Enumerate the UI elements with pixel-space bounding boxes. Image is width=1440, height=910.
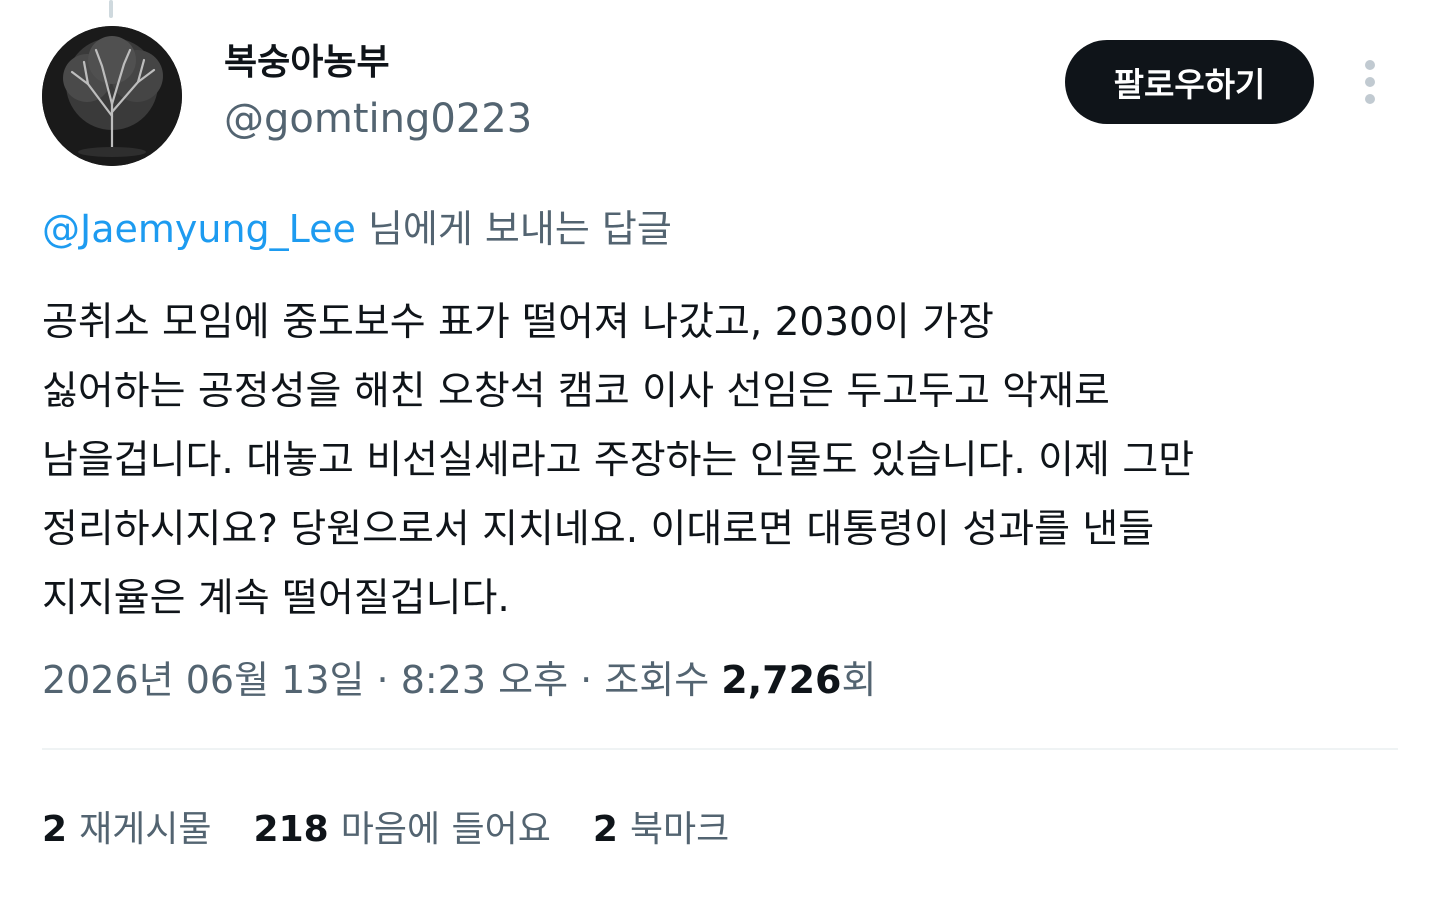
reply-context: @Jaemyung_Lee 님에게 보내는 답글 — [42, 204, 672, 254]
views-label: 조회수 — [604, 658, 710, 702]
tweet-text-line: 싫어하는 공정성을 해친 오창석 캠코 이사 선임은 두고두고 악재로 — [42, 369, 1110, 414]
tweet-text-line: 남을겁니다. 대놓고 비선실세라고 주장하는 인물도 있습니다. 이제 그만 — [42, 438, 1195, 483]
bookmarks-count: 2 — [592, 809, 618, 850]
engagement-stats: 2 재게시물 218 마음에 들어요 2 북마크 — [42, 804, 729, 856]
follow-button[interactable]: 팔로우하기 — [1065, 40, 1314, 124]
avatar[interactable] — [42, 26, 182, 166]
more-dot — [1365, 60, 1375, 70]
bookmarks-stat[interactable]: 2 북마크 — [593, 804, 729, 856]
reposts-count: 2 — [42, 809, 68, 850]
reposts-label: 재게시물 — [79, 809, 212, 850]
likes-label: 마음에 들어요 — [340, 809, 551, 850]
tweet-text-line: 지지율은 계속 떨어질겁니다. — [42, 576, 510, 621]
tweet-text: 공취소 모임에 중도보수 표가 떨어져 나갔고, 2030이 가장 싫어하는 공… — [42, 288, 1402, 633]
bookmarks-label: 북마크 — [629, 809, 730, 850]
more-dot — [1365, 77, 1375, 87]
more-vertical-icon[interactable] — [1350, 54, 1390, 110]
author-display-name[interactable]: 복숭아농부 — [224, 40, 390, 86]
reposts-stat[interactable]: 2 재게시물 — [42, 804, 212, 856]
tweet-time[interactable]: 8:23 오후 — [401, 658, 568, 702]
meta-separator: · — [364, 658, 401, 702]
views-count: 2,726 — [721, 658, 842, 702]
likes-count: 218 — [253, 809, 329, 850]
tree-avatar-icon — [42, 26, 182, 166]
divider — [42, 748, 1398, 750]
tweet-text-line: 공취소 모임에 중도보수 표가 떨어져 나갔고, 2030이 가장 — [42, 300, 994, 345]
author-handle[interactable]: @gomting0223 — [224, 94, 532, 144]
likes-stat[interactable]: 218 마음에 들어요 — [254, 804, 551, 856]
tweet-date[interactable]: 2026년 06월 13일 — [42, 658, 364, 702]
tweet-text-line: 정리하시지요? 당원으로서 지치네요. 이대로면 대통령이 성과를 낸들 — [42, 507, 1155, 552]
thread-connector-line — [109, 0, 113, 18]
meta-separator: · — [568, 658, 605, 702]
views-suffix: 회 — [841, 658, 877, 702]
reply-mention-link[interactable]: @Jaemyung_Lee — [42, 207, 356, 251]
tweet-meta: 2026년 06월 13일 · 8:23 오후 · 조회수 2,726회 — [42, 654, 876, 706]
reply-context-label: 님에게 보내는 답글 — [367, 207, 672, 251]
more-dot — [1365, 94, 1375, 104]
